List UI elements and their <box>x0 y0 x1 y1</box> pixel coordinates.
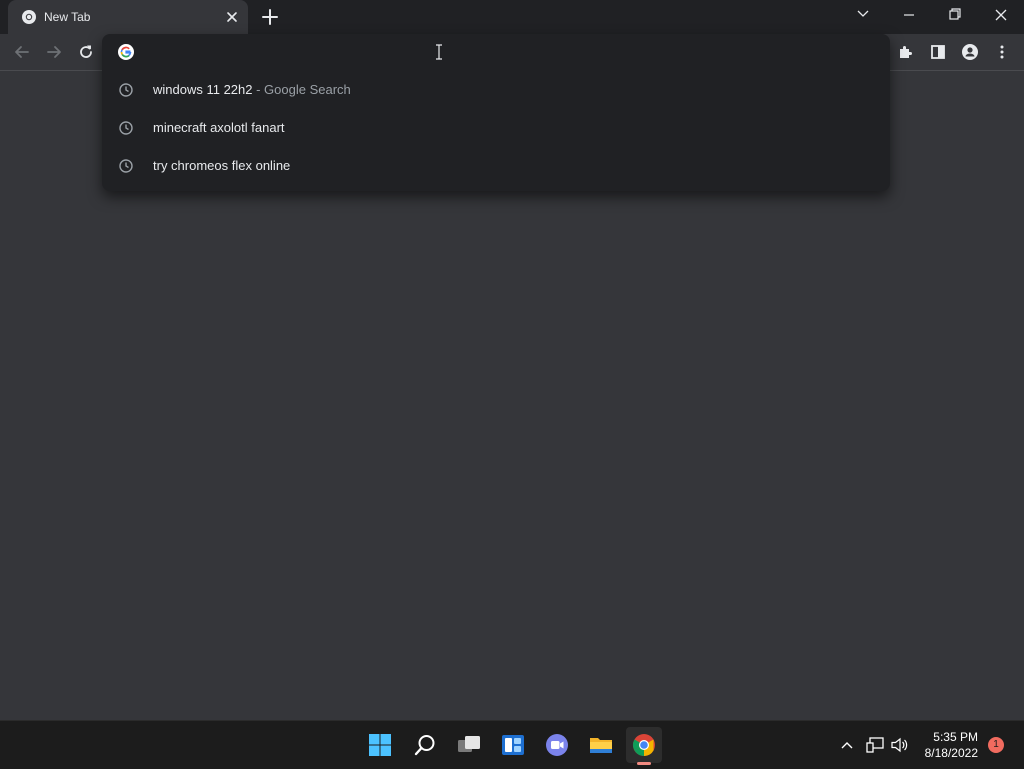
file-explorer-button[interactable] <box>585 729 617 761</box>
back-arrow-icon <box>15 46 29 58</box>
omnibox-dropdown: windows 11 22h2 - Google Search minecraf… <box>102 34 890 191</box>
extensions-button[interactable] <box>892 38 920 66</box>
taskbar: 5:35 PM 8/18/2022 <box>0 720 1024 769</box>
clock-date: 8/18/2022 <box>924 746 978 760</box>
side-panel-icon <box>931 45 945 59</box>
suggestion-text: minecraft axolotl fanart <box>153 120 285 135</box>
task-view-button[interactable] <box>453 729 485 761</box>
suggestion-subtext: - Google Search <box>252 82 351 97</box>
menu-button[interactable] <box>988 38 1016 66</box>
chrome-taskbar-button[interactable] <box>626 727 662 765</box>
restore-icon[interactable] <box>932 0 978 32</box>
side-panel-button[interactable] <box>924 38 952 66</box>
start-button[interactable] <box>364 729 396 761</box>
reload-icon <box>80 45 92 58</box>
omnibox-input[interactable] <box>146 40 870 66</box>
omnibox[interactable] <box>102 34 890 70</box>
new-tab-button[interactable] <box>259 6 281 28</box>
profile-icon <box>962 44 978 60</box>
minimize-icon[interactable] <box>886 0 932 32</box>
teams-chat-icon <box>546 734 568 756</box>
close-window-icon[interactable] <box>978 0 1024 32</box>
tab-new-tab[interactable]: New Tab <box>8 0 248 34</box>
network-icon[interactable] <box>866 737 884 753</box>
tab-title: New Tab <box>44 10 91 24</box>
history-clock-icon <box>119 83 133 97</box>
puzzle-icon <box>900 46 912 58</box>
search-button[interactable] <box>409 729 441 761</box>
clock[interactable]: 5:35 PM 8/18/2022 <box>925 729 978 761</box>
search-icon <box>414 735 435 756</box>
google-icon <box>118 44 134 60</box>
more-vert-icon <box>1000 45 1004 59</box>
text-cursor-icon <box>436 44 442 60</box>
omnibox-suggestion[interactable]: try chromeos flex online <box>102 146 890 184</box>
chrome-icon <box>633 734 655 756</box>
suggestion-text: windows 11 22h2 - Google Search <box>153 82 351 97</box>
volume-icon[interactable] <box>891 737 909 753</box>
close-tab-icon[interactable] <box>222 7 242 27</box>
chrome-icon <box>22 10 36 24</box>
folder-icon <box>590 738 612 753</box>
suggestion-text: try chromeos flex online <box>153 158 291 173</box>
widgets-button[interactable] <box>497 729 529 761</box>
widgets-icon <box>502 735 524 755</box>
tab-strip: New Tab <box>0 0 1024 34</box>
tab-search-icon[interactable] <box>840 0 886 32</box>
forward-arrow-icon <box>47 46 61 58</box>
history-clock-icon <box>119 159 133 173</box>
notification-badge[interactable]: 1 <box>988 737 1004 753</box>
back-button[interactable] <box>8 38 36 66</box>
clock-time: 5:35 PM <box>933 730 978 744</box>
history-clock-icon <box>119 121 133 135</box>
profile-button[interactable] <box>956 38 984 66</box>
teams-chat-button[interactable] <box>541 729 573 761</box>
task-view-icon <box>458 736 480 752</box>
forward-button[interactable] <box>40 38 68 66</box>
chevron-up-icon[interactable] <box>840 738 854 752</box>
reload-button[interactable] <box>72 38 100 66</box>
omnibox-suggestion[interactable]: minecraft axolotl fanart <box>102 108 890 146</box>
active-app-indicator <box>637 762 651 765</box>
windows-logo-icon <box>369 734 391 756</box>
omnibox-suggestion[interactable]: windows 11 22h2 - Google Search <box>102 70 890 108</box>
